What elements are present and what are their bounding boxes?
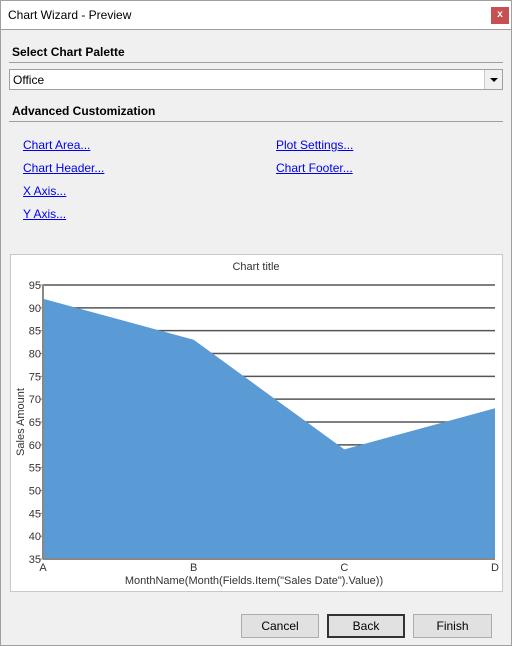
y-tick-label: 60 <box>29 440 41 452</box>
y-tick-label: 70 <box>29 394 41 406</box>
area-series <box>43 298 495 559</box>
chart-preview: 35 40 45 50 55 60 65 70 75 80 85 90 95 A B C D Chart titl… <box>10 254 503 592</box>
palette-heading: Select Chart Palette <box>12 45 125 59</box>
y-tick-label: 50 <box>29 486 41 498</box>
cancel-button[interactable]: Cancel <box>241 614 319 638</box>
chart-title: Chart title <box>232 261 279 273</box>
back-button[interactable]: Back <box>327 614 405 638</box>
y-tick-label: 75 <box>29 371 41 383</box>
plot-settings-link[interactable]: Plot Settings... <box>276 138 353 152</box>
palette-select[interactable]: Office <box>9 69 503 90</box>
x-axis-link[interactable]: X Axis... <box>23 184 66 198</box>
window-title: Chart Wizard - Preview <box>8 8 132 22</box>
y-tick-label: 55 <box>29 463 41 475</box>
close-button[interactable]: x <box>491 7 509 24</box>
y-tick-label: 45 <box>29 508 41 520</box>
y-tick-label: 85 <box>29 326 41 338</box>
divider <box>9 62 503 63</box>
x-axis-title: MonthName(Month(Fields.Item("Sales Date"… <box>125 575 383 587</box>
chart-area-link[interactable]: Chart Area... <box>23 138 90 152</box>
y-tick-label: 90 <box>29 303 41 315</box>
title-bar: Chart Wizard - Preview x <box>1 1 511 30</box>
x-tick-label: C <box>340 562 348 574</box>
palette-select-value: Office <box>13 73 45 87</box>
y-tick-label: 40 <box>29 531 41 543</box>
y-tick-label: 95 <box>29 280 41 292</box>
finish-button[interactable]: Finish <box>413 614 492 638</box>
advanced-heading: Advanced Customization <box>12 104 156 118</box>
y-tick-label: 80 <box>29 349 41 361</box>
y-axis-link[interactable]: Y Axis... <box>23 207 66 221</box>
x-tick-label: A <box>39 562 47 574</box>
chevron-down-icon[interactable] <box>484 70 502 89</box>
x-tick-label: D <box>491 562 499 574</box>
x-tick-label: B <box>190 562 197 574</box>
y-tick-label: 65 <box>29 417 41 429</box>
area-chart: 35404550556065707580859095A B C DChart titl… <box>15 261 499 587</box>
divider <box>9 121 503 122</box>
chart-header-link[interactable]: Chart Header... <box>23 161 104 175</box>
chart-footer-link[interactable]: Chart Footer... <box>276 161 353 175</box>
y-axis-title: Sales Amount <box>15 388 27 456</box>
